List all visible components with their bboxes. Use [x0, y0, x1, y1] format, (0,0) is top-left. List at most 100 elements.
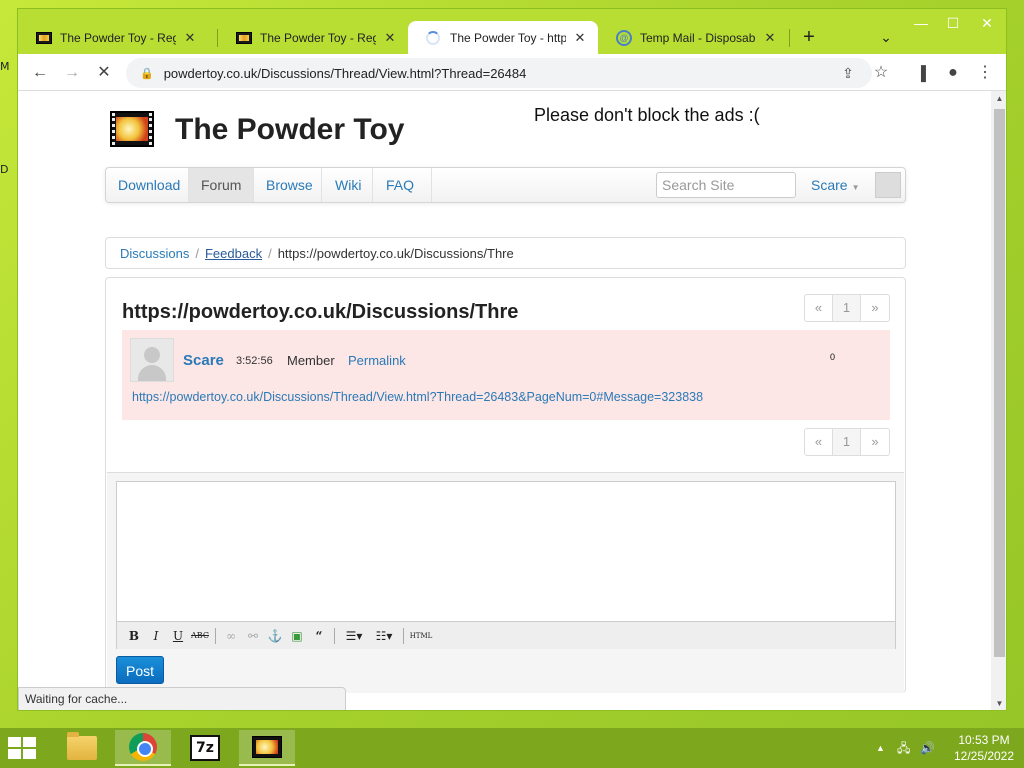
profile-icon[interactable]: ● [941, 61, 965, 85]
anchor-icon[interactable]: ⚓ [264, 626, 286, 646]
tab-title: The Powder Toy - https [450, 30, 566, 45]
tab-powder-toy-register-2[interactable]: The Powder Toy - Regis ✕ [218, 21, 408, 54]
nav-forum[interactable]: Forum [189, 168, 254, 202]
html-source-button[interactable]: HTML [408, 626, 434, 646]
pager-next-button[interactable]: » [861, 295, 889, 321]
pagination-top: « 1 » [804, 294, 890, 322]
nav-divider [372, 168, 373, 202]
post-rank: Member [287, 353, 335, 368]
reply-area: B I U ABC ∞ ⚯ ⚓ ▣ “ ☰▾ ☷▾ HTML Post [107, 472, 904, 693]
tab-powder-toy-thread[interactable]: The Powder Toy - https ✕ [408, 21, 598, 54]
chrome-icon [129, 733, 157, 761]
side-panel-icon[interactable]: ▐ [909, 61, 933, 85]
permalink-link[interactable]: Permalink [348, 353, 406, 368]
taskbar: 7z ▲ 🖧 🔊 10:53 PM 12/25/2022 [0, 728, 1024, 768]
italic-button[interactable]: I [145, 626, 167, 646]
close-tab-icon[interactable]: ✕ [182, 30, 198, 46]
post-button[interactable]: Post [116, 656, 164, 684]
7zip-icon: 7z [190, 735, 220, 761]
share-icon[interactable]: ⇪ [836, 61, 860, 85]
nav-divider [321, 168, 322, 202]
ads-message: Please don't block the ads :( [534, 105, 760, 125]
back-button[interactable]: ← [28, 61, 52, 85]
taskbar-7zip[interactable]: 7z [177, 730, 233, 766]
close-tab-icon[interactable]: ✕ [762, 30, 778, 46]
pager-prev-button[interactable]: « [805, 429, 833, 455]
stop-loading-button[interactable]: ✕ [92, 61, 116, 85]
taskbar-powder-toy[interactable] [239, 730, 295, 766]
breadcrumb-discussions[interactable]: Discussions [120, 246, 189, 261]
unlink-icon[interactable]: ⚯ [242, 626, 264, 646]
scrollbar-thumb[interactable] [994, 109, 1005, 657]
image-icon[interactable]: ▣ [286, 626, 308, 646]
windows-start-icon[interactable] [8, 737, 38, 759]
toolbar-divider [403, 627, 404, 644]
maximize-button[interactable]: ☐ [935, 13, 971, 33]
reply-textarea[interactable] [117, 482, 895, 621]
thread-panel: https://powdertoy.co.uk/Discussions/Thre… [105, 277, 906, 693]
minimize-button[interactable]: — [903, 13, 939, 33]
close-tab-icon[interactable]: ✕ [572, 30, 588, 46]
tab-separator [789, 29, 790, 47]
tab-search-button[interactable]: ⌄ [874, 25, 898, 49]
network-icon[interactable]: 🖧 [897, 728, 910, 768]
search-site-input[interactable] [656, 172, 796, 198]
bookmark-star-icon[interactable]: ☆ [869, 61, 893, 85]
toolbar-divider [215, 627, 216, 644]
post-score: 0 [830, 352, 836, 362]
scroll-down-icon[interactable]: ▼ [991, 696, 1006, 710]
powder-toy-logo[interactable] [110, 111, 154, 147]
numbered-list-icon[interactable]: ☷▾ [369, 626, 399, 646]
system-clock[interactable]: 10:53 PM 12/25/2022 [946, 732, 1022, 764]
caret-down-icon: ▼ [851, 183, 860, 192]
user-menu-label: Scare [811, 177, 848, 193]
temp-mail-icon: @ [616, 29, 632, 46]
thread-title: https://powdertoy.co.uk/Discussions/Thre [122, 301, 519, 323]
nav-download[interactable]: Download [106, 168, 192, 202]
taskbar-chrome[interactable] [115, 730, 171, 766]
new-tab-button[interactable]: + [797, 25, 821, 49]
nav-browse[interactable]: Browse [254, 168, 325, 202]
pager-page-button[interactable]: 1 [833, 429, 861, 455]
breadcrumb-separator: / [268, 245, 272, 261]
tab-temp-mail[interactable]: @ Temp Mail - Disposable ✕ [598, 21, 788, 54]
tab-powder-toy-register-1[interactable]: The Powder Toy - Regis ✕ [18, 21, 208, 54]
toolbar-divider [334, 627, 335, 644]
pager-prev-button[interactable]: « [805, 295, 833, 321]
underline-button[interactable]: U [167, 626, 189, 646]
forward-button[interactable]: → [60, 61, 84, 85]
post: Scare 3:52:56 Member Permalink 0 https:/… [122, 330, 890, 420]
link-icon[interactable]: ∞ [220, 626, 242, 646]
nav-wiki[interactable]: Wiki [323, 168, 373, 202]
pager-page-button[interactable]: 1 [833, 295, 861, 321]
taskbar-file-explorer[interactable] [54, 730, 110, 766]
quote-icon[interactable]: “ [308, 626, 330, 646]
pagination-bottom: « 1 » [804, 428, 890, 456]
user-menu[interactable]: Scare ▼ [811, 168, 860, 202]
folder-icon [67, 732, 97, 760]
breadcrumb-feedback[interactable]: Feedback [205, 246, 262, 261]
bullet-list-icon[interactable]: ☰▾ [339, 626, 369, 646]
bold-button[interactable]: B [123, 626, 145, 646]
site-title[interactable]: The Powder Toy [175, 113, 404, 147]
close-window-button[interactable]: ✕ [969, 13, 1005, 33]
tab-title: Temp Mail - Disposable [640, 30, 756, 45]
scroll-up-icon[interactable]: ▲ [991, 91, 1006, 107]
url-text[interactable]: powdertoy.co.uk/Discussions/Thread/View.… [164, 66, 527, 81]
menu-kebab-icon[interactable]: ⋮ [973, 61, 997, 85]
post-body-link[interactable]: https://powdertoy.co.uk/Discussions/Thre… [132, 390, 703, 404]
post-timestamp: 3:52:56 [236, 355, 273, 367]
nav-faq[interactable]: FAQ [374, 168, 426, 202]
avatar[interactable] [130, 338, 174, 382]
avatar[interactable] [875, 172, 901, 198]
show-hidden-icons-icon[interactable]: ▲ [876, 728, 885, 768]
page-scrollbar[interactable]: ▲ ▼ [991, 91, 1006, 710]
powder-toy-icon [252, 736, 282, 758]
post-author[interactable]: Scare [183, 352, 224, 369]
pager-next-button[interactable]: » [861, 429, 889, 455]
browser-toolbar: ← → ✕ 🔒 powdertoy.co.uk/Discussions/Thre… [18, 54, 1006, 91]
address-bar[interactable]: 🔒 powdertoy.co.uk/Discussions/Thread/Vie… [126, 58, 872, 88]
close-tab-icon[interactable]: ✕ [382, 30, 398, 46]
strikethrough-button[interactable]: ABC [189, 626, 211, 646]
volume-icon[interactable]: 🔊 [920, 728, 935, 768]
